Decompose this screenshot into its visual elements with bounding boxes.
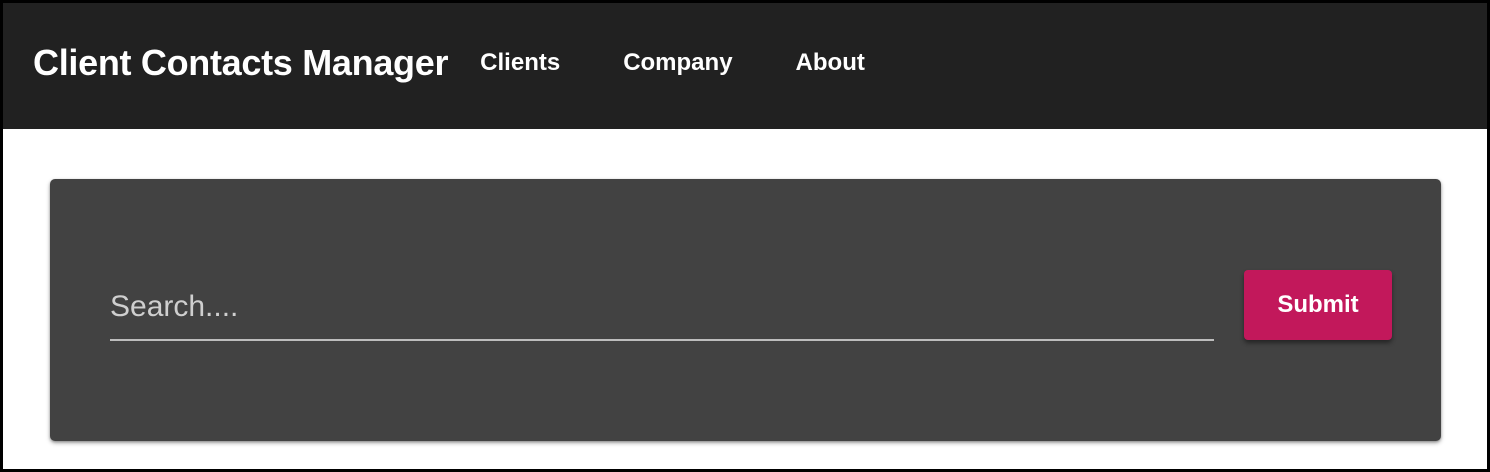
search-input[interactable] (110, 275, 1214, 339)
search-field (110, 275, 1214, 341)
nav-link-company[interactable]: Company (623, 49, 732, 77)
top-toolbar: Client Contacts Manager Clients Company … (3, 3, 1487, 129)
main-nav: Clients Company About (480, 49, 928, 77)
nav-link-about[interactable]: About (796, 49, 865, 77)
app-window: Client Contacts Manager Clients Company … (0, 0, 1490, 472)
submit-button[interactable]: Submit (1244, 270, 1392, 340)
search-card: Submit (50, 179, 1441, 441)
app-title: Client Contacts Manager (33, 42, 449, 83)
nav-link-clients[interactable]: Clients (480, 49, 560, 77)
